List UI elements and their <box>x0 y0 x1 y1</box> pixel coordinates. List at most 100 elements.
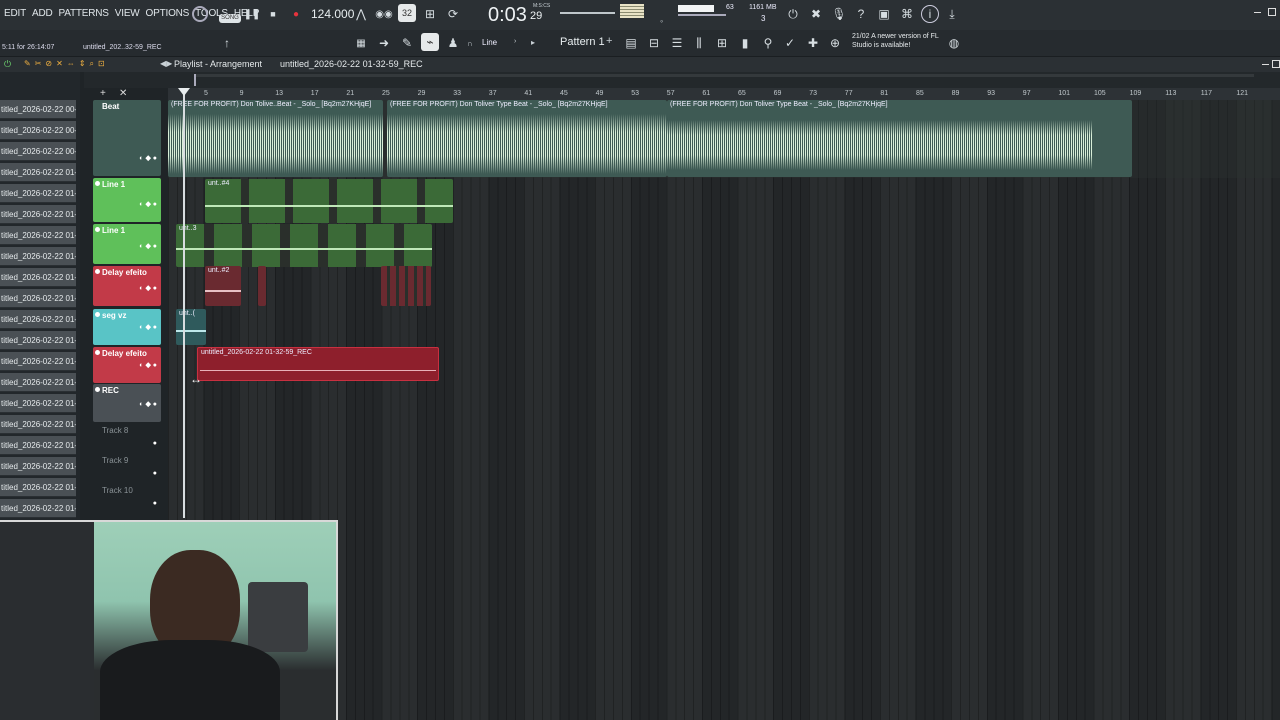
stop-icon[interactable]: ■ <box>264 5 282 23</box>
master-pitch-icon[interactable]: ◦ <box>660 16 663 26</box>
beat-clip[interactable]: (FREE FOR PROFIT) Don Toliver Type Beat … <box>387 100 667 177</box>
tempo-display[interactable]: 124.000 <box>311 7 354 21</box>
headphone-icon[interactable]: ∩ <box>467 39 473 48</box>
record-icon[interactable]: ● <box>287 5 305 23</box>
timeline-ruler[interactable]: 5 9 13 17 21 25 29 33 37 41 45 49 53 57 61 65 69 73 77 81 85… <box>168 88 1280 100</box>
chevron-right-icon[interactable]: › <box>514 38 516 45</box>
track-controls-icon[interactable]: ◐ ◆ ● <box>139 323 157 331</box>
delay-clip[interactable] <box>381 266 431 306</box>
line1b-clips[interactable]: unt..3 <box>176 224 432 267</box>
track-header[interactable]: Line 1 ◐ ◆ ● <box>93 224 161 264</box>
track-status-icon[interactable] <box>95 227 100 232</box>
browser-item[interactable]: titled_2026-02-22 01-... <box>0 415 76 434</box>
mixer-icon[interactable]: ☰ <box>668 34 686 52</box>
browser-item[interactable]: titled_2026-02-22 01-... <box>0 268 76 287</box>
scroll-track[interactable] <box>194 74 1254 77</box>
track-controls-icon[interactable]: ● <box>153 500 157 507</box>
seg-clip[interactable]: unt..( <box>176 309 206 345</box>
tools-icon[interactable]: ✓ <box>781 34 799 52</box>
browser-item[interactable]: titled_2026-02-22 01-... <box>0 352 76 371</box>
add-track-icon[interactable]: + <box>100 88 106 99</box>
download-icon[interactable]: ⤓ <box>943 5 961 23</box>
pause-icon[interactable]: ❚❚ <box>243 5 261 23</box>
delay-clip[interactable]: unt..#2 <box>205 266 241 306</box>
blend-notes-icon[interactable]: ⊞ <box>421 5 439 23</box>
playlist-tools-icon[interactable]: ✎✂⊘✕⇔⇕⌕⊡ <box>24 59 109 69</box>
browser-item[interactable]: titled_2026-02-22 01-... <box>0 373 76 392</box>
cursor-icon[interactable]: ↑ <box>218 34 236 52</box>
track-header[interactable]: Track 10 ● <box>93 484 161 512</box>
browser-item[interactable]: titled_2026-02-22 01-... <box>0 247 76 266</box>
track-controls-icon[interactable]: ◐ ◆ ● <box>139 242 157 250</box>
update-hint[interactable]: 21/02 A newer version of FL Studio is av… <box>852 32 947 50</box>
loop-record-icon[interactable]: ⟳ <box>444 5 462 23</box>
track-controls-icon[interactable]: ◐ ◆ ● <box>139 200 157 208</box>
track-header[interactable]: Line 1 ◐ ◆ ● <box>93 178 161 222</box>
track-controls-icon[interactable]: ◐ ◆ ● <box>139 284 157 292</box>
browser-item[interactable]: titled_2026-02-22 00-... <box>0 121 76 140</box>
browser-item[interactable]: titled_2026-02-22 01-... <box>0 499 76 518</box>
midi-settings-icon[interactable]: ✖ <box>807 5 825 23</box>
wait-input-icon[interactable]: ◉◉ <box>375 5 393 23</box>
track-status-icon[interactable] <box>95 312 100 317</box>
help-icon[interactable]: ? <box>852 5 870 23</box>
channel-rack-icon[interactable]: ⊟ <box>645 34 663 52</box>
playlist-minimize-icon[interactable] <box>1262 64 1269 65</box>
overview-strip[interactable] <box>84 72 1280 88</box>
pat-song-toggle-icon[interactable] <box>192 6 208 22</box>
shop-icon[interactable]: ⊕ <box>826 34 844 52</box>
maximize-icon[interactable] <box>1268 8 1276 16</box>
countdown-icon[interactable]: 32 <box>398 4 416 22</box>
globe-icon[interactable]: ◍ <box>945 34 963 52</box>
add-pattern-icon[interactable]: + <box>606 35 612 47</box>
playlist-icon[interactable]: ▤ <box>622 34 640 52</box>
track-header[interactable]: Track 8 ● <box>93 424 161 452</box>
browser-item[interactable]: titled_2026-02-22 01-... <box>0 310 76 329</box>
track-controls-icon[interactable]: ● <box>153 440 157 447</box>
track-status-icon[interactable] <box>95 350 100 355</box>
plug-icon[interactable]: ⚲ <box>759 34 777 52</box>
record-mode-icon[interactable]: ✚ <box>804 34 822 52</box>
piano-roll-icon[interactable]: ▦ <box>352 34 370 52</box>
beat-clip[interactable]: (FREE FOR PROFIT) Don Tolive..Beat - _So… <box>168 100 383 177</box>
panic-icon[interactable]: ⏻ <box>784 5 802 23</box>
browser-item[interactable]: titled_2026-02-22 00-... <box>0 100 76 119</box>
playlist-maximize-icon[interactable] <box>1272 60 1280 68</box>
track-header[interactable]: Beat ◐ ◆ ● <box>93 100 161 176</box>
recording-clip[interactable]: untitled_2026-02-22 01-32-59_REC <box>197 347 439 381</box>
menu-view[interactable]: VIEW <box>115 8 140 19</box>
info-icon[interactable]: i <box>921 5 939 23</box>
playlist-menu-icon[interactable]: ◀▶ <box>160 59 172 68</box>
track-controls-icon[interactable]: ◐ ◆ ● <box>139 400 157 408</box>
mic-icon[interactable]: 🎙 <box>830 5 848 23</box>
song-mode-badge[interactable]: SONG <box>219 14 241 23</box>
track-header[interactable]: Track 9 ● <box>93 454 161 482</box>
delay-clip[interactable] <box>258 266 266 306</box>
browser-item[interactable]: titled_2026-02-22 01-... <box>0 436 76 455</box>
track-status-icon[interactable] <box>95 269 100 274</box>
magnet-icon[interactable]: ⌁ <box>421 33 439 51</box>
plugin-icon[interactable]: ⌘ <box>898 5 916 23</box>
minimize-icon[interactable] <box>1254 12 1261 13</box>
arrow-right-icon[interactable]: ➜ <box>375 34 393 52</box>
menu-edit[interactable]: EDIT <box>4 8 26 19</box>
track-header[interactable]: Delay efeito ◐ ◆ ● <box>93 347 161 383</box>
pattern-selector[interactable]: Pattern 1 <box>560 36 605 48</box>
track-header[interactable]: REC ◐ ◆ ● <box>93 384 161 422</box>
track-controls-icon[interactable]: ◐ ◆ ● <box>139 154 157 162</box>
faders-icon[interactable]: ⫼ <box>690 34 708 52</box>
snap-line-select[interactable]: Line <box>482 38 497 47</box>
metronome-icon[interactable]: ⋀ <box>352 5 370 23</box>
menu-options[interactable]: OPTIONS <box>146 8 190 19</box>
browser-item[interactable]: titled_2026-02-22 01-... <box>0 184 76 203</box>
browser-item[interactable]: titled_2026-02-22 01-... <box>0 394 76 413</box>
browser-item[interactable]: titled_2026-02-22 01-... <box>0 289 76 308</box>
menu-patterns[interactable]: PATTERNS <box>59 8 109 19</box>
track-header[interactable]: Delay efeito ◐ ◆ ● <box>93 266 161 306</box>
beat-clip[interactable]: (FREE FOR PROFIT) Don Toliver Type Beat … <box>667 100 1132 177</box>
browser-item[interactable]: titled_2026-02-22 01-... <box>0 205 76 224</box>
pencil-icon[interactable]: ✎ <box>398 34 416 52</box>
track-status-icon[interactable] <box>95 387 100 392</box>
track-status-icon[interactable] <box>95 181 100 186</box>
browser-item[interactable]: titled_2026-02-22 01-... <box>0 226 76 245</box>
